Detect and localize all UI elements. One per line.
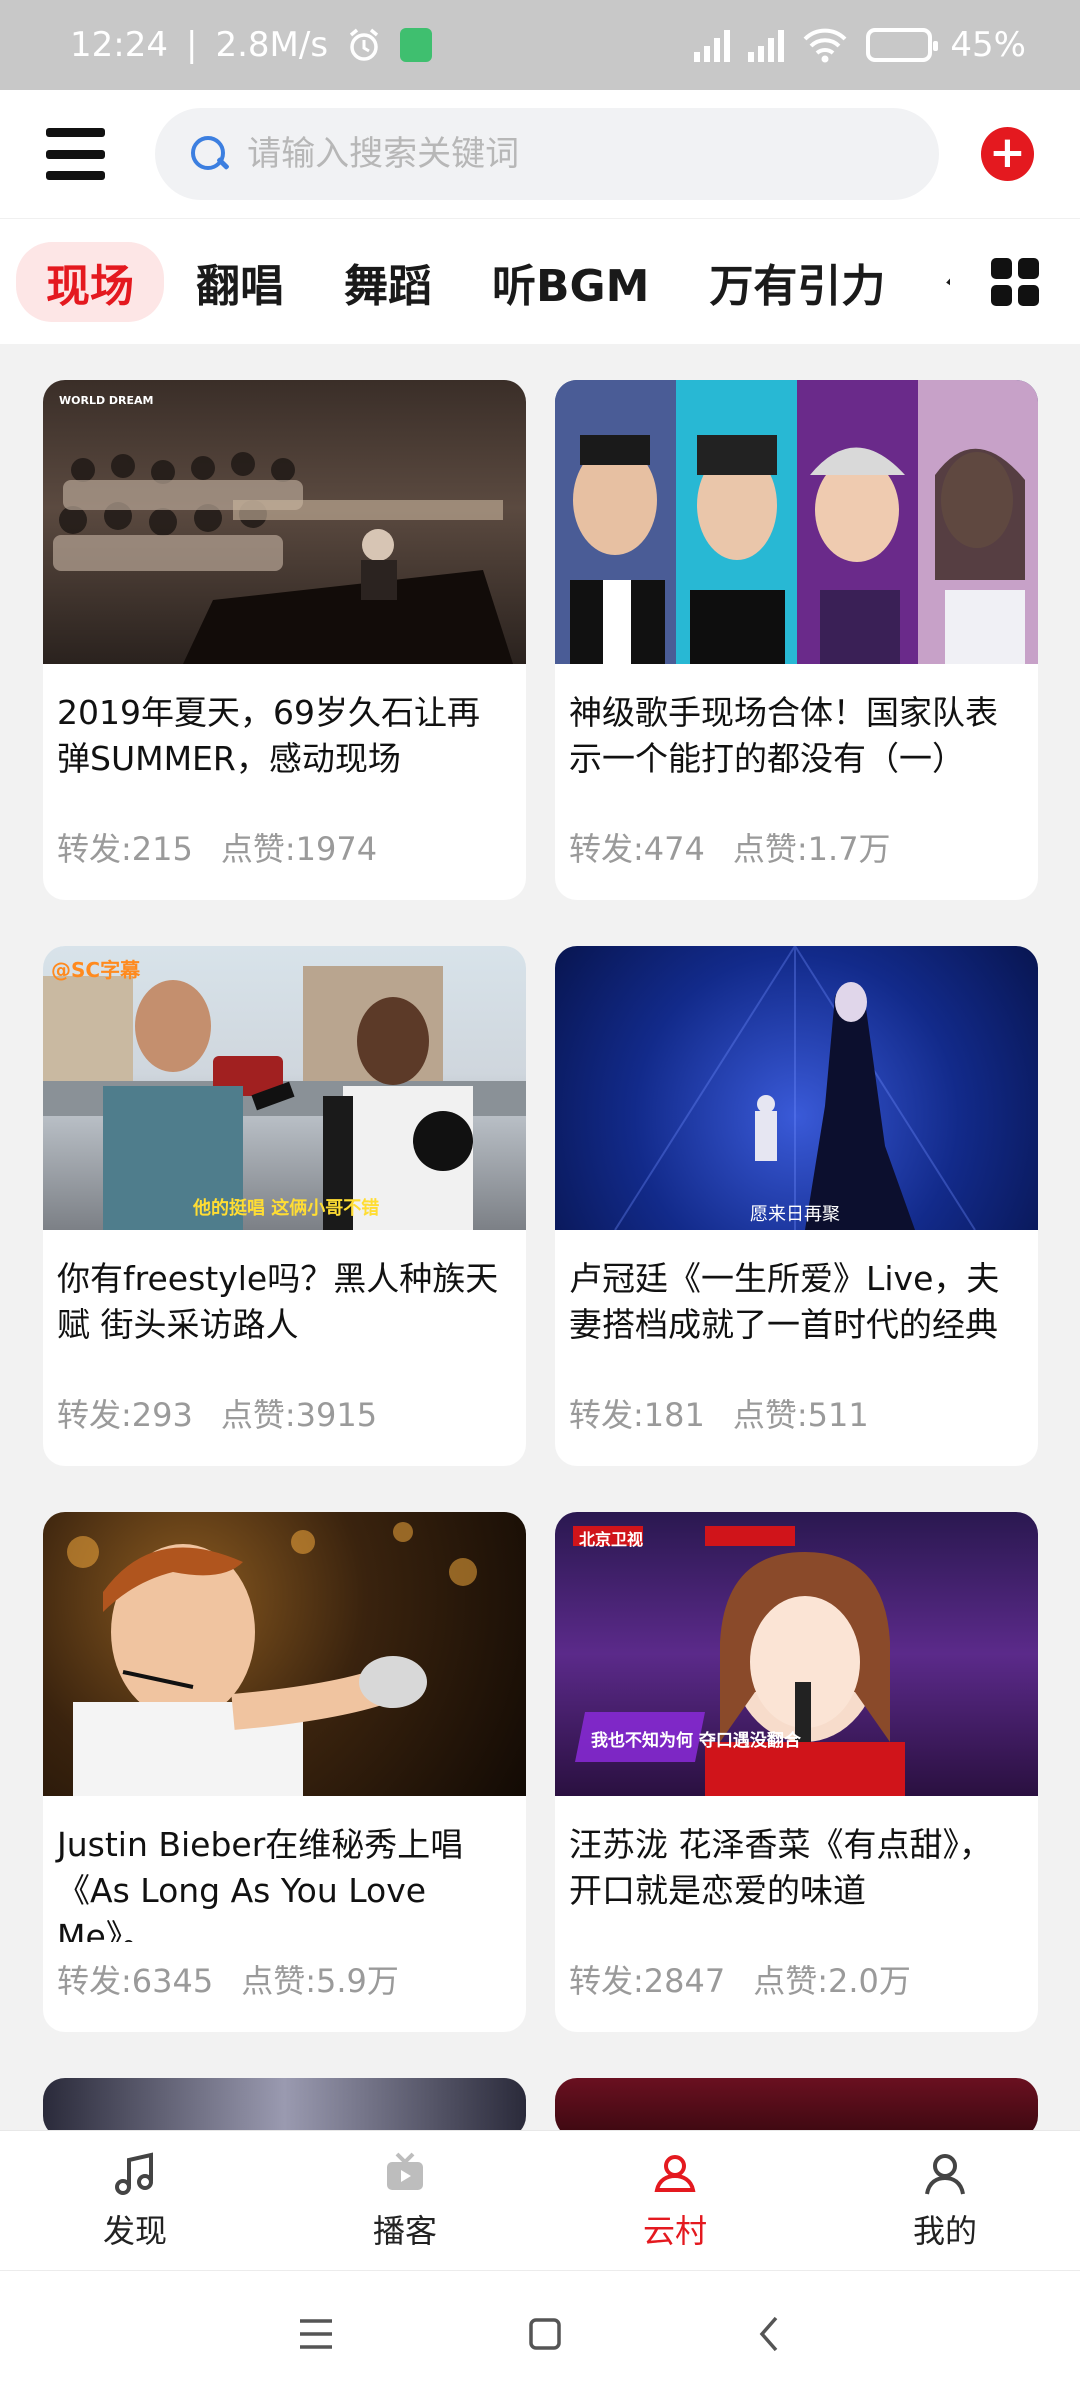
- nav-mine[interactable]: 我的: [845, 2150, 1045, 2252]
- like-count: 点赞:1974: [220, 830, 378, 868]
- card-title: 2019年夏天，69岁久石让再弹SUMMER，感动现场: [57, 693, 480, 778]
- subtitle-caption: 愿来日再聚: [750, 1204, 840, 1225]
- share-count: 转发:6345: [57, 1962, 214, 2000]
- like-count: 点赞:2.0万: [753, 1962, 911, 2000]
- video-feed: WORLD DREAM 2019年夏天，69岁久石让再弹SUMMER，感动现场 …: [0, 344, 1080, 2130]
- like-count: 点赞:511: [732, 1396, 869, 1434]
- singer-closeup-image: [67, 1522, 477, 1796]
- signal-hd-icon-2: [748, 28, 785, 62]
- tab-live[interactable]: 现场: [16, 241, 164, 322]
- nav-label: 播客: [372, 2211, 437, 2250]
- community-icon: [651, 2150, 699, 2198]
- nav-label: 发现: [102, 2211, 167, 2250]
- share-count: 转发:181: [569, 1396, 705, 1434]
- video-thumbnail[interactable]: [555, 2078, 1038, 2130]
- video-thumbnail[interactable]: [43, 2078, 526, 2130]
- card-meta: 转发:215 点赞:1974: [43, 810, 526, 870]
- nav-podcast[interactable]: 播客: [305, 2150, 505, 2252]
- card-meta: 转发:474 点赞:1.7万: [555, 810, 1038, 870]
- video-card[interactable]: @SC字幕 他的挺唱 这俩小哥不错 你有freestyle吗？黑人种族天赋 街头…: [43, 946, 526, 1466]
- video-card-partial[interactable]: [43, 2078, 526, 2130]
- card-meta: 转发:6345 点赞:5.9万: [43, 1942, 526, 2002]
- tab-dance[interactable]: 舞蹈: [344, 250, 432, 314]
- search-input[interactable]: [247, 134, 888, 174]
- stage-performance-image: [614, 946, 976, 1230]
- tab-cover[interactable]: 翻唱: [196, 250, 284, 314]
- share-count: 转发:293: [57, 1396, 193, 1434]
- tabs-more[interactable]: [950, 219, 1080, 344]
- video-thumbnail[interactable]: 愿来日再聚: [555, 946, 1038, 1230]
- header: +: [0, 90, 1080, 218]
- video-card[interactable]: Justin Bieber在维秘秀上唱《As Long As You Love …: [43, 1512, 526, 2032]
- search-bar[interactable]: [155, 108, 939, 200]
- battery-icon: [866, 28, 939, 62]
- video-card-partial[interactable]: [555, 2078, 1038, 2130]
- card-meta: 转发:181 点赞:511: [555, 1376, 1038, 1436]
- shield-icon: [400, 28, 433, 62]
- share-count: 转发:2847: [569, 1962, 726, 2000]
- signal-hd-icon-1: [694, 28, 731, 62]
- video-card[interactable]: WORLD DREAM 2019年夏天，69岁久石让再弹SUMMER，感动现场 …: [43, 380, 526, 900]
- nav-discover[interactable]: 发现: [35, 2150, 235, 2252]
- status-network-speed: 2.8M/s: [215, 25, 329, 65]
- concert-hall-image: [53, 452, 513, 664]
- share-count: 转发:474: [569, 830, 705, 868]
- watermark-logo: WORLD DREAM: [59, 394, 154, 407]
- status-divider: |: [185, 25, 198, 65]
- system-nav-bar: [0, 2270, 1080, 2400]
- menu-icon[interactable]: [46, 128, 106, 180]
- alarm-icon: [346, 27, 382, 63]
- video-card[interactable]: 愿来日再聚 卢冠廷《一生所爱》Live，夫妻搭档成就了一首时代的经典 转发:18…: [555, 946, 1038, 1466]
- home-icon[interactable]: [527, 2316, 563, 2356]
- back-icon[interactable]: [754, 2314, 784, 2358]
- music-note-icon: [111, 2150, 159, 2198]
- category-tabs: 现场 翻唱 舞蹈 听BGM 万有引力 乍: [0, 218, 1080, 344]
- like-count: 点赞:1.7万: [732, 830, 891, 868]
- add-button[interactable]: +: [980, 127, 1034, 181]
- status-right: 45%: [694, 25, 1026, 65]
- like-count: 点赞:3915: [220, 1396, 378, 1434]
- share-count: 转发:215: [57, 830, 193, 868]
- tv-show-performance-image: [573, 1526, 905, 1796]
- street-interview-image: [43, 966, 526, 1230]
- bottom-nav: 发现 播客 云村 我的: [0, 2130, 1080, 2270]
- grid-icon[interactable]: [991, 258, 1039, 306]
- search-icon: [189, 134, 229, 174]
- channel-logo: 北京卫视: [579, 1530, 644, 1549]
- like-count: 点赞:5.9万: [241, 1962, 399, 2000]
- video-card[interactable]: 神级歌手现场合体！国家队表示一个能打的都没有（一） 转发:474 点赞:1.7万: [555, 380, 1038, 900]
- nav-label: 云村: [642, 2211, 707, 2250]
- tab-gravity[interactable]: 万有引力: [709, 250, 885, 314]
- video-thumbnail[interactable]: 北京卫视 我也不知为何 夺口遇没翻合: [555, 1512, 1038, 1796]
- subtitle-caption: 我也不知为何 夺口遇没翻合: [591, 1731, 801, 1751]
- video-thumbnail[interactable]: [43, 1512, 526, 1796]
- status-time: 12:24: [70, 25, 168, 65]
- card-title: 卢冠廷《一生所爱》Live，夫妻搭档成就了一首时代的经典: [569, 1259, 1000, 1344]
- recent-apps-icon[interactable]: [296, 2317, 336, 2355]
- wifi-icon: [802, 27, 848, 63]
- nav-label: 我的: [912, 2211, 977, 2250]
- card-title: 神级歌手现场合体！国家队表示一个能打的都没有（一）: [569, 693, 998, 778]
- card-title: 你有freestyle吗？黑人种族天赋 街头采访路人: [57, 1259, 499, 1344]
- profile-icon: [921, 2150, 969, 2198]
- video-thumbnail[interactable]: [555, 380, 1038, 664]
- video-card[interactable]: 北京卫视 我也不知为何 夺口遇没翻合 汪苏泷 花泽香菜《有点甜》，开口就是恋爱的…: [555, 1512, 1038, 2032]
- status-bar: 12:24 | 2.8M/s 45%: [0, 0, 1080, 90]
- card-meta: 转发:2847 点赞:2.0万: [555, 1942, 1038, 2002]
- nav-community[interactable]: 云村: [575, 2150, 775, 2252]
- podcast-icon: [381, 2150, 429, 2198]
- video-thumbnail[interactable]: WORLD DREAM: [43, 380, 526, 664]
- tab-bgm[interactable]: 听BGM: [492, 250, 649, 314]
- video-thumbnail[interactable]: @SC字幕 他的挺唱 这俩小哥不错: [43, 946, 526, 1230]
- status-left: 12:24 | 2.8M/s: [70, 25, 433, 65]
- singers-collage-image: [555, 380, 1038, 664]
- subtitle-caption: 他的挺唱 这俩小哥不错: [193, 1198, 380, 1219]
- battery-percent: 45%: [950, 25, 1026, 65]
- watermark-text: @SC字幕: [51, 958, 141, 982]
- card-meta: 转发:293 点赞:3915: [43, 1376, 526, 1436]
- card-title: 汪苏泷 花泽香菜《有点甜》，开口就是恋爱的味道: [569, 1825, 992, 1910]
- card-title: Justin Bieber在维秘秀上唱《As Long As You Love …: [57, 1825, 464, 1942]
